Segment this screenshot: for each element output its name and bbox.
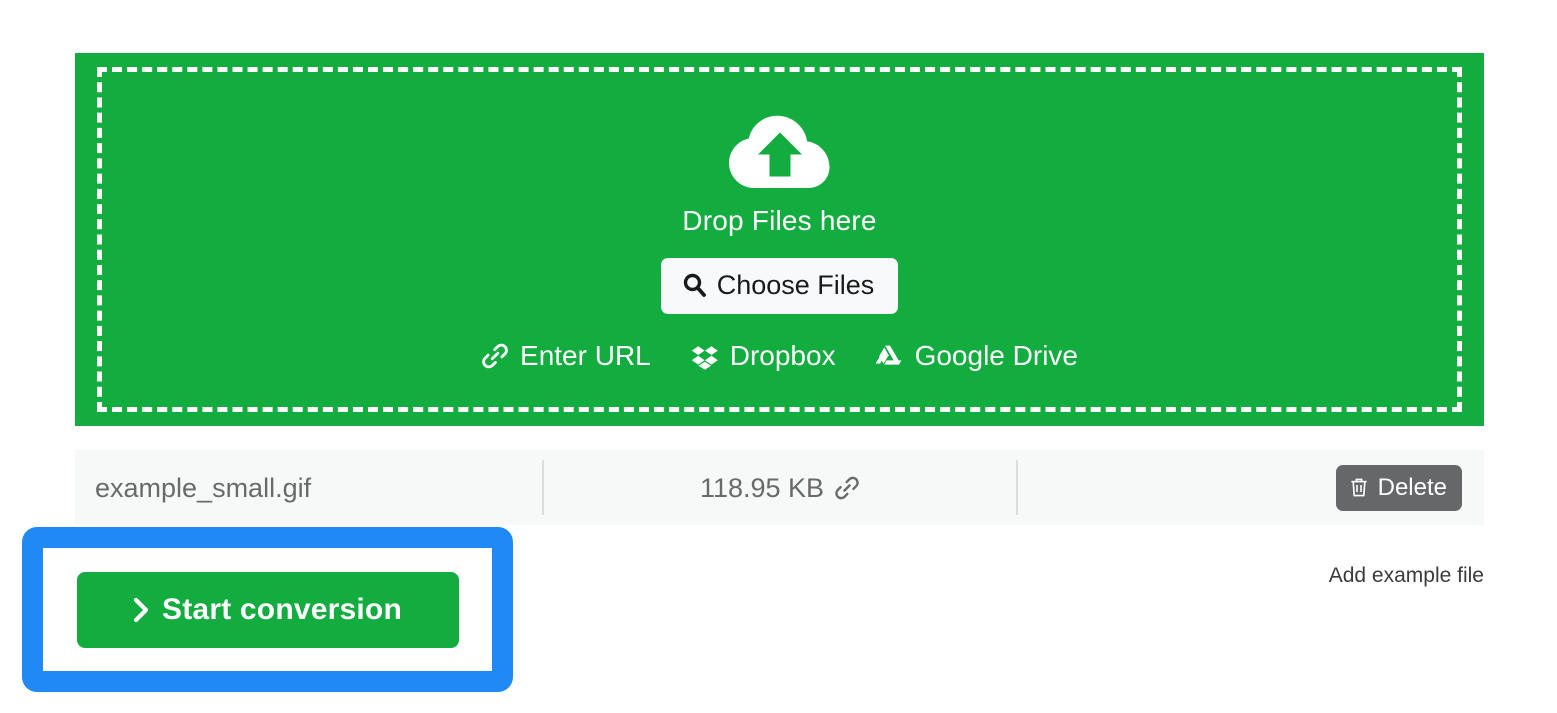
upload-dropzone-dashed-area[interactable]: Drop Files here Choose Files Enter URL D… [97,67,1462,412]
file-name-cell: example_small.gif [75,450,542,525]
file-list-row: example_small.gif 118.95 KB Delete [75,450,1484,525]
start-conversion-button[interactable]: Start conversion [76,571,459,648]
choose-files-label: Choose Files [716,270,875,300]
start-conversion-highlight-inner: Start conversion [43,548,492,671]
add-example-file-link[interactable]: Add example file [1329,563,1484,589]
delete-label: Delete [1377,473,1447,501]
file-size-text: 118.95 KB [699,472,825,503]
trash-icon [1351,478,1367,497]
dropbox-label: Dropbox [729,340,836,371]
drop-files-label: Drop Files here [682,205,877,236]
file-name-text: example_small.gif [95,472,312,503]
google-drive-option[interactable]: Google Drive [875,339,1078,373]
upload-dropzone-panel[interactable]: Drop Files here Choose Files Enter URL D… [75,53,1484,426]
google-drive-icon [875,345,901,365]
upload-source-options: Enter URL Dropbox Google Drive [481,339,1078,373]
start-conversion-label: Start conversion [162,592,402,626]
google-drive-label: Google Drive [914,340,1078,371]
enter-url-label: Enter URL [520,340,651,371]
link-icon [482,343,508,369]
search-icon [683,273,706,297]
dropbox-icon [691,346,718,370]
chevron-right-icon [133,597,149,622]
file-actions-cell: Delete [1018,450,1484,525]
start-conversion-highlight-box: Start conversion [22,527,513,692]
choose-files-button[interactable]: Choose Files [660,258,899,314]
cloud-upload-icon [728,115,829,188]
link-icon[interactable] [834,475,860,501]
enter-url-option[interactable]: Enter URL [481,339,651,373]
delete-button[interactable]: Delete [1335,464,1462,511]
dropbox-option[interactable]: Dropbox [691,339,836,373]
file-size-cell: 118.95 KB [544,450,1016,525]
